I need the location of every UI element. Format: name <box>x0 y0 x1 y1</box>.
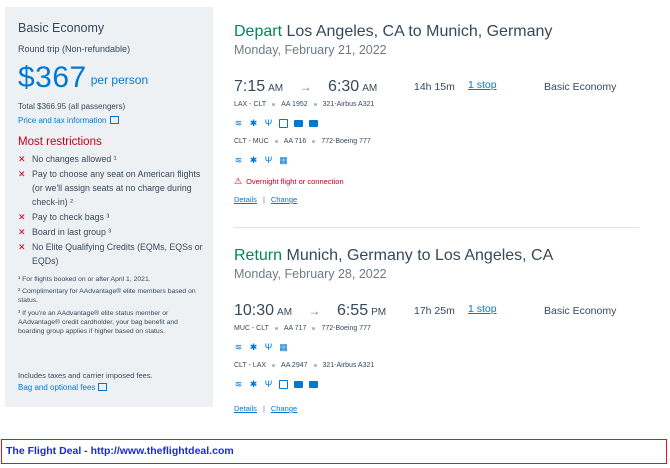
duration: 14h 15m <box>414 81 455 93</box>
usb-icon: Ψ <box>264 155 273 166</box>
depart-header: Depart Los Angeles, CA to Munich, German… <box>234 23 552 41</box>
usb-icon: Ψ <box>264 342 273 353</box>
price: $367 per person <box>18 60 206 100</box>
wifi-icon: ≋ <box>234 342 243 353</box>
stops-link[interactable]: 1 stop <box>468 303 497 315</box>
details-link[interactable]: Details <box>234 195 257 204</box>
list-item: ✕ Pay to check bags ³ <box>18 212 110 222</box>
depart-route: Los Angeles, CA to Munich, Germany <box>286 23 553 40</box>
x-icon: ✕ <box>18 169 26 179</box>
bag-fees-link-label: Bag and optional fees <box>18 383 96 392</box>
power-icon: ✱ <box>249 155 258 166</box>
arrow-right-icon: → <box>299 80 312 94</box>
restrictions-title: Most restrictions <box>18 136 102 148</box>
amenities: ≋ ✱ Ψ <box>234 376 324 390</box>
fare-subtitle: Round trip (Non-refundable) <box>18 44 131 54</box>
return-date: Monday, February 28, 2022 <box>234 267 387 281</box>
entertainment-icon <box>294 381 303 389</box>
power-icon: ✱ <box>249 342 258 353</box>
duration: 17h 25m <box>414 305 455 317</box>
amenities: ≋ ✱ Ψ ▦ <box>234 152 294 166</box>
price-tax-link[interactable]: Price and tax information <box>18 115 206 125</box>
return-keyword: Return <box>234 247 283 264</box>
app-icon <box>309 381 318 389</box>
segment-info: CLT - MUC AA 716 772-Boeing 777 <box>234 138 371 145</box>
footnote: ² Complimentary for AAdvantage® elite me… <box>18 288 196 305</box>
return-route: Munich, Germany to Los Angeles, CA <box>286 247 554 264</box>
divider <box>234 227 639 228</box>
amenities: ≋ ✱ Ψ <box>234 115 324 129</box>
segment-info: MUC - CLT AA 717 772-Boeing 777 <box>234 325 371 332</box>
banner-text: The Flight Deal - http://www.theflightde… <box>6 445 234 457</box>
footnote: ¹ For flights booked on or after April 1… <box>18 276 151 283</box>
change-link[interactable]: Change <box>271 404 297 413</box>
fare-sidebar: Basic Economy Round trip (Non-refundable… <box>5 7 213 407</box>
depart-links: Details | Change <box>234 195 298 204</box>
power-icon: ✱ <box>249 379 258 390</box>
wifi-icon: ≋ <box>234 379 243 390</box>
price-amount: $367 <box>18 61 87 94</box>
cabin-class: Basic Economy <box>544 81 617 93</box>
footnote: ³ If you're an AAdvantage® elite status … <box>18 309 178 336</box>
details-link[interactable]: Details <box>234 404 257 413</box>
app-icon <box>309 120 318 128</box>
stops-link[interactable]: 1 stop <box>468 79 497 91</box>
itinerary-panel: Depart Los Angeles, CA to Munich, German… <box>213 7 663 433</box>
wifi-icon: ≋ <box>234 155 243 166</box>
x-icon: ✕ <box>18 242 26 252</box>
x-icon: ✕ <box>18 212 26 222</box>
footer-banner: The Flight Deal - http://www.theflightde… <box>1 439 667 464</box>
wifi-icon: ≋ <box>234 118 243 129</box>
restrictions-list: ✕ No changes allowed ¹ ✕ Pay to choose any… <box>18 152 206 269</box>
depart-keyword: Depart <box>234 23 283 40</box>
phone-icon <box>279 380 288 390</box>
segment-info: CLT - LAX AA 2947 321-Airbus A321 <box>234 362 375 369</box>
change-link[interactable]: Change <box>271 195 297 204</box>
arrival-time: 6:30 <box>328 78 360 95</box>
fare-title: Basic Economy <box>18 21 105 35</box>
arrival-time: 6:55 <box>336 302 369 319</box>
usb-icon: Ψ <box>264 118 273 129</box>
return-header: Return Munich, Germany to Los Angeles, C… <box>234 247 553 265</box>
arrow-right-icon: → <box>308 304 321 318</box>
footnotes: ¹ For flights booked on or after April 1… <box>18 275 206 339</box>
warning-icon: ⚠ <box>234 176 243 186</box>
external-link-icon <box>98 383 108 391</box>
x-icon: ✕ <box>18 154 26 164</box>
flight-summary: Basic Economy Round trip (Non-refundable… <box>0 0 670 433</box>
cabin-class: Basic Economy <box>544 305 617 317</box>
segment-info: LAX - CLT AA 1952 321-Airbus A321 <box>234 101 375 108</box>
total-price: Total $366.95 (all passengers) <box>18 102 126 111</box>
taxes-note: Includes taxes and carrier imposed fees. <box>18 371 153 380</box>
per-person-label: per person <box>90 73 149 87</box>
depart-time-row: 7:15 AM → 6:30 AM 14h 15m 1 stop Basic Eco… <box>234 78 617 95</box>
external-link-icon <box>109 116 119 124</box>
depart-date: Monday, February 21, 2022 <box>234 43 387 57</box>
return-time-row: 10:30 AM → 6:55 PM 17h 25m 1 stop Basic Ec… <box>234 302 617 319</box>
amenities: ≋ ✱ Ψ ▦ <box>234 339 294 353</box>
power-icon: ✱ <box>249 118 258 129</box>
entertainment-icon <box>294 120 303 128</box>
overnight-warning: ⚠ Overnight flight or connection <box>234 176 344 186</box>
depart-time: 10:30 <box>234 302 275 319</box>
list-item: ✕ Pay to choose any seat on American flig… <box>18 169 201 207</box>
price-tax-link-label: Price and tax information <box>18 116 107 125</box>
return-links: Details | Change <box>234 404 298 413</box>
list-item: ✕ No changes allowed ¹ <box>18 154 117 164</box>
meal-icon: ▦ <box>279 342 288 353</box>
usb-icon: Ψ <box>264 379 273 390</box>
depart-time: 7:15 <box>234 78 266 95</box>
list-item: ✕ Board in last group ³ <box>18 227 112 237</box>
phone-icon <box>279 119 288 129</box>
x-icon: ✕ <box>18 227 26 237</box>
list-item: ✕ No Elite Qualifying Credits (EQMs, EQSs… <box>18 242 203 266</box>
meal-icon: ▦ <box>279 155 288 166</box>
bag-fees-link[interactable]: Bag and optional fees <box>18 382 206 392</box>
